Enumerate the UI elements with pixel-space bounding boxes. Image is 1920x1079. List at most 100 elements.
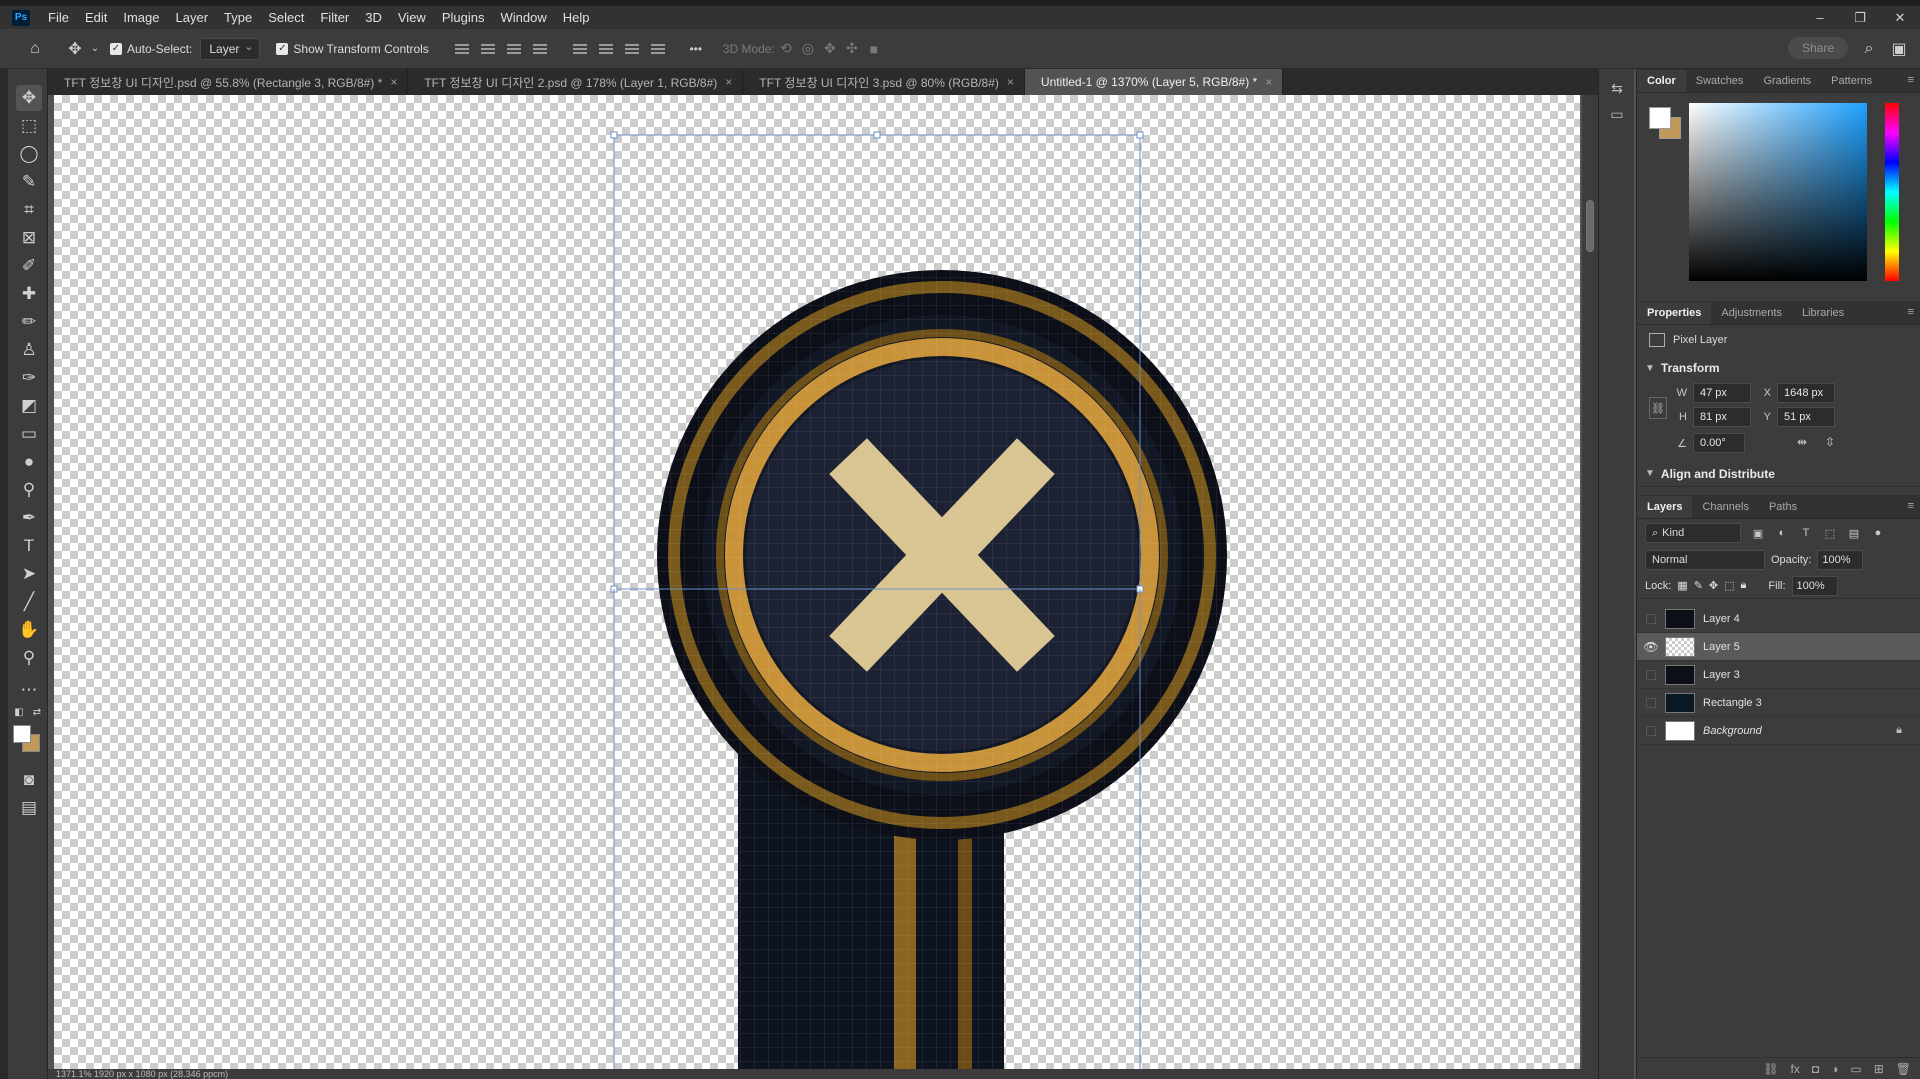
comments-panel-icon[interactable]: ▭ xyxy=(1608,105,1626,123)
3d-roll-icon[interactable]: ◎ xyxy=(797,38,819,60)
panel-menu-icon[interactable]: ≡ xyxy=(1908,500,1914,512)
move-tool-icon[interactable]: ✥ xyxy=(16,85,42,111)
default-colors-icon[interactable]: ◧ xyxy=(12,705,26,719)
blur-tool-icon[interactable]: ● xyxy=(16,449,42,475)
layer-row[interactable]: Background 🔒︎ xyxy=(1637,717,1920,745)
y-input[interactable]: 51 px xyxy=(1777,407,1835,427)
menu-select[interactable]: Select xyxy=(260,10,312,25)
adjustment-layer-icon[interactable]: ◑ xyxy=(1831,1062,1838,1076)
canvas-area[interactable] xyxy=(48,95,1580,1069)
add-mask-icon[interactable]: ◘ xyxy=(1812,1062,1819,1076)
pen-tool-icon[interactable]: ✒ xyxy=(16,505,42,531)
filter-smart-object-icon[interactable]: ▤ xyxy=(1847,526,1861,540)
foreground-color-swatch[interactable] xyxy=(13,725,31,743)
flip-vertical-icon[interactable]: ⇳ xyxy=(1825,435,1835,449)
filter-pixel-icon[interactable]: ▣ xyxy=(1751,526,1765,540)
layer-row[interactable]: Layer 3 xyxy=(1637,661,1920,689)
align-bottom-icon[interactable] xyxy=(621,38,643,60)
tab-patterns[interactable]: Patterns xyxy=(1821,70,1882,92)
menu-file[interactable]: File xyxy=(40,10,77,25)
link-dimensions-icon[interactable]: ⛓ xyxy=(1649,397,1667,419)
dodge-tool-icon[interactable]: ⚲ xyxy=(16,477,42,503)
lasso-tool-icon[interactable]: ◯ xyxy=(16,141,42,167)
document-canvas[interactable] xyxy=(54,95,1580,1069)
panel-menu-icon[interactable]: ≡ xyxy=(1908,306,1914,318)
panel-menu-icon[interactable]: ≡ xyxy=(1908,74,1914,86)
transform-section-header[interactable]: ▼ Transform xyxy=(1637,355,1920,381)
lock-all-icon[interactable]: 🔒︎ xyxy=(1741,579,1747,592)
menu-window[interactable]: Window xyxy=(492,10,554,25)
move-tool-preset-icon[interactable]: ✥ xyxy=(62,36,88,62)
tab-paths[interactable]: Paths xyxy=(1759,496,1807,518)
fill-input[interactable]: 100% xyxy=(1791,575,1838,596)
new-layer-icon[interactable]: ⊞ xyxy=(1874,1062,1884,1076)
align-middle-v-icon[interactable] xyxy=(595,38,617,60)
menu-type[interactable]: Type xyxy=(216,10,260,25)
hue-slider[interactable] xyxy=(1885,103,1899,281)
link-layers-icon[interactable]: ⛓ xyxy=(1763,1062,1778,1076)
filter-shape-icon[interactable]: ⬚ xyxy=(1823,526,1837,540)
menu-view[interactable]: View xyxy=(390,10,434,25)
color-foreground-swatch[interactable] xyxy=(1649,107,1671,129)
document-tab[interactable]: TFT 정보창 UI 디자인 3.psd @ 80% (RGB/8#) × xyxy=(743,69,1025,95)
layer-row-selected[interactable]: 👁︎ Layer 5 xyxy=(1637,633,1920,661)
filter-adjustment-icon[interactable]: ◐ xyxy=(1775,526,1789,540)
tab-color[interactable]: Color xyxy=(1637,70,1686,92)
angle-input[interactable]: 0.00° xyxy=(1693,433,1745,453)
type-tool-icon[interactable]: T xyxy=(16,533,42,559)
frame-tool-icon[interactable]: ⊠ xyxy=(16,225,42,251)
brush-tool-icon[interactable]: ✏ xyxy=(16,309,42,335)
zoom-tool-icon[interactable]: ⚲ xyxy=(16,645,42,671)
height-input[interactable]: 81 px xyxy=(1693,407,1751,427)
menu-plugins[interactable]: Plugins xyxy=(434,10,493,25)
saturation-brightness-field[interactable] xyxy=(1689,103,1867,281)
flip-horizontal-icon[interactable]: ⇹ xyxy=(1797,435,1807,449)
menu-edit[interactable]: Edit xyxy=(77,10,115,25)
quick-mask-icon[interactable]: ◙ xyxy=(16,767,42,793)
3d-scale-icon[interactable]: ■ xyxy=(863,38,885,60)
opacity-input[interactable]: 100% xyxy=(1817,550,1864,570)
distribute-vertical-icon[interactable] xyxy=(529,38,551,60)
show-transform-controls-checkbox[interactable]: ✓ Show Transform Controls xyxy=(276,42,429,56)
layer-kind-filter-select[interactable]: ⌕ Kind xyxy=(1645,523,1741,543)
menu-3d[interactable]: 3D xyxy=(357,10,390,25)
canvas-vertical-scrollbar[interactable] xyxy=(1582,95,1598,1069)
menu-image[interactable]: Image xyxy=(115,10,167,25)
tab-libraries[interactable]: Libraries xyxy=(1792,302,1854,324)
line-tool-icon[interactable]: ╱ xyxy=(16,589,42,615)
history-panel-icon[interactable]: ⇆ xyxy=(1608,79,1626,97)
search-icon[interactable]: ⌕ xyxy=(1856,36,1882,62)
lock-image-icon[interactable]: ✎ xyxy=(1694,579,1703,592)
visibility-toggle[interactable] xyxy=(1637,613,1665,624)
lock-position-icon[interactable]: ✥ xyxy=(1709,579,1718,592)
close-tab-icon[interactable]: × xyxy=(1265,75,1272,89)
tab-properties[interactable]: Properties xyxy=(1637,302,1712,324)
visibility-toggle[interactable] xyxy=(1637,697,1665,708)
filter-type-icon[interactable]: T xyxy=(1799,526,1813,540)
share-button[interactable]: Share xyxy=(1787,37,1848,59)
3d-orbit-icon[interactable]: ⟲ xyxy=(775,38,797,60)
width-input[interactable]: 47 px xyxy=(1693,383,1751,403)
workspace-icon[interactable]: ▣ xyxy=(1886,36,1912,62)
layer-row[interactable]: Layer 4 xyxy=(1637,605,1920,633)
close-window-button[interactable]: ✕ xyxy=(1880,6,1920,29)
lock-transparent-icon[interactable]: ▦ xyxy=(1677,579,1687,592)
tab-channels[interactable]: Channels xyxy=(1692,496,1758,518)
close-tab-icon[interactable]: × xyxy=(1007,75,1014,89)
align-top-icon[interactable] xyxy=(569,38,591,60)
more-options-icon[interactable]: ••• xyxy=(683,36,709,62)
quick-select-tool-icon[interactable]: ✎ xyxy=(16,169,42,195)
align-left-icon[interactable] xyxy=(451,38,473,60)
align-distribute-section-header[interactable]: ▼ Align and Distribute xyxy=(1637,461,1920,487)
scrollbar-thumb[interactable] xyxy=(1586,200,1594,252)
clone-stamp-tool-icon[interactable]: ♙ xyxy=(16,337,42,363)
tab-adjustments[interactable]: Adjustments xyxy=(1711,302,1792,324)
crop-tool-icon[interactable]: ⌗ xyxy=(16,197,42,223)
auto-select-target-select[interactable]: Layer xyxy=(200,37,261,60)
new-group-icon[interactable]: ▭ xyxy=(1850,1062,1861,1076)
marquee-tool-icon[interactable]: ⬚ xyxy=(16,113,42,139)
gradient-tool-icon[interactable]: ▭ xyxy=(16,421,42,447)
chevron-down-icon[interactable]: ⌄ xyxy=(88,36,102,62)
layer-row[interactable]: Rectangle 3 xyxy=(1637,689,1920,717)
visibility-toggle[interactable] xyxy=(1637,725,1665,736)
